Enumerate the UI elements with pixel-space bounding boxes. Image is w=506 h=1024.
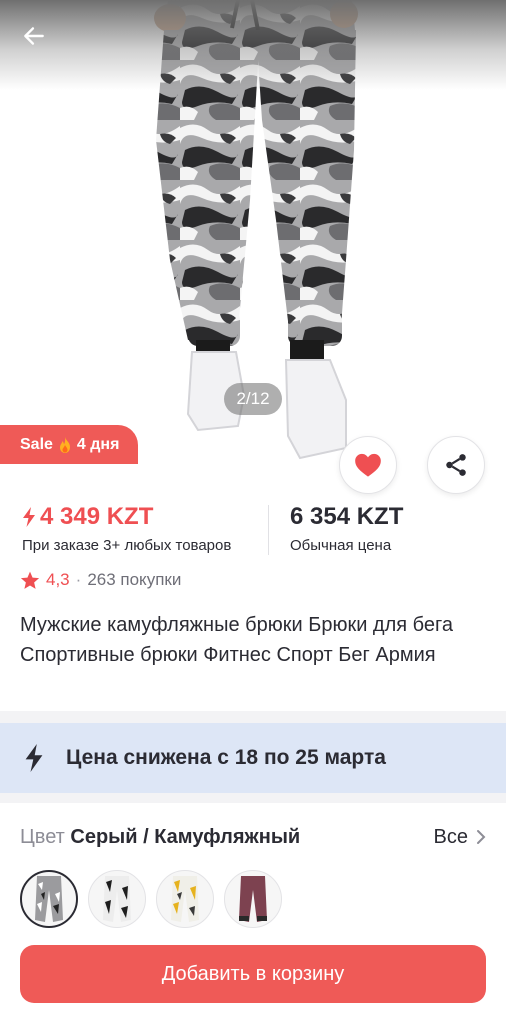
price-divider bbox=[268, 505, 269, 555]
promo-banner: Цена снижена с 18 по 25 марта bbox=[0, 723, 506, 793]
promo-text: Цена снижена с 18 по 25 марта bbox=[66, 746, 386, 769]
all-colors-label: Все bbox=[433, 825, 468, 848]
color-label: Цвет Серый / Камуфляжный bbox=[20, 826, 300, 849]
pants-thumbnail bbox=[35, 876, 63, 922]
price-block: 4 349 KZT При заказе 3+ любых товаров 6 … bbox=[0, 503, 506, 559]
rating-row[interactable]: 4,3 · 263 покупки bbox=[20, 570, 181, 590]
top-gradient bbox=[0, 0, 506, 90]
rating-score: 4,3 bbox=[46, 570, 70, 589]
favorite-button[interactable] bbox=[339, 436, 397, 494]
fire-icon bbox=[59, 436, 70, 453]
swatch-burgundy[interactable] bbox=[224, 870, 282, 928]
back-button[interactable] bbox=[14, 16, 54, 56]
color-selector-header: Цвет Серый / Камуфляжный Все bbox=[20, 823, 486, 851]
arrow-left-icon bbox=[24, 27, 44, 45]
regular-price-note: Обычная цена bbox=[290, 537, 392, 554]
lightning-icon bbox=[23, 507, 35, 527]
gallery-counter: 2/12 bbox=[224, 383, 282, 415]
regular-price-value: 6 354 KZT bbox=[290, 503, 404, 530]
regular-price: 6 354 KZT Обычная цена bbox=[290, 503, 403, 554]
heart-icon bbox=[355, 453, 381, 477]
sale-price-value: 4 349 KZT bbox=[40, 503, 154, 530]
rating-separator: · bbox=[75, 570, 82, 589]
sale-badge: Sale 4 дня bbox=[0, 425, 138, 464]
share-button[interactable] bbox=[427, 436, 485, 494]
add-to-cart-button[interactable]: Добавить в корзину bbox=[20, 945, 486, 1003]
swatch-grey-camo[interactable] bbox=[20, 870, 78, 928]
pants-thumbnail bbox=[103, 876, 131, 922]
swatch-black-white-camo[interactable] bbox=[88, 870, 146, 928]
purchase-count: 263 покупки bbox=[87, 570, 182, 589]
product-title: Мужские камуфляжные брюки Брюки для бега… bbox=[20, 614, 453, 666]
color-value: Серый / Камуфляжный bbox=[70, 825, 301, 848]
chevron-right-icon bbox=[477, 830, 486, 844]
color-swatches bbox=[20, 870, 282, 928]
pants-thumbnail bbox=[171, 876, 199, 922]
sale-days: 4 дня bbox=[76, 435, 120, 453]
product-gallery[interactable]: 2/12 Sale 4 дня bbox=[0, 0, 506, 464]
pants-thumbnail bbox=[239, 876, 267, 922]
color-key: Цвет bbox=[20, 825, 65, 848]
swatch-yellow-camo[interactable] bbox=[156, 870, 214, 928]
sale-label: Sale bbox=[20, 435, 53, 453]
sale-price-note: При заказе 3+ любых товаров bbox=[22, 537, 232, 554]
section-divider bbox=[0, 793, 506, 803]
share-icon bbox=[446, 454, 466, 476]
lightning-icon bbox=[25, 744, 43, 772]
sale-price: 4 349 KZT При заказе 3+ любых товаров bbox=[22, 503, 231, 554]
all-colors-link[interactable]: Все bbox=[434, 826, 486, 849]
star-icon bbox=[20, 571, 40, 589]
section-divider bbox=[0, 711, 506, 723]
